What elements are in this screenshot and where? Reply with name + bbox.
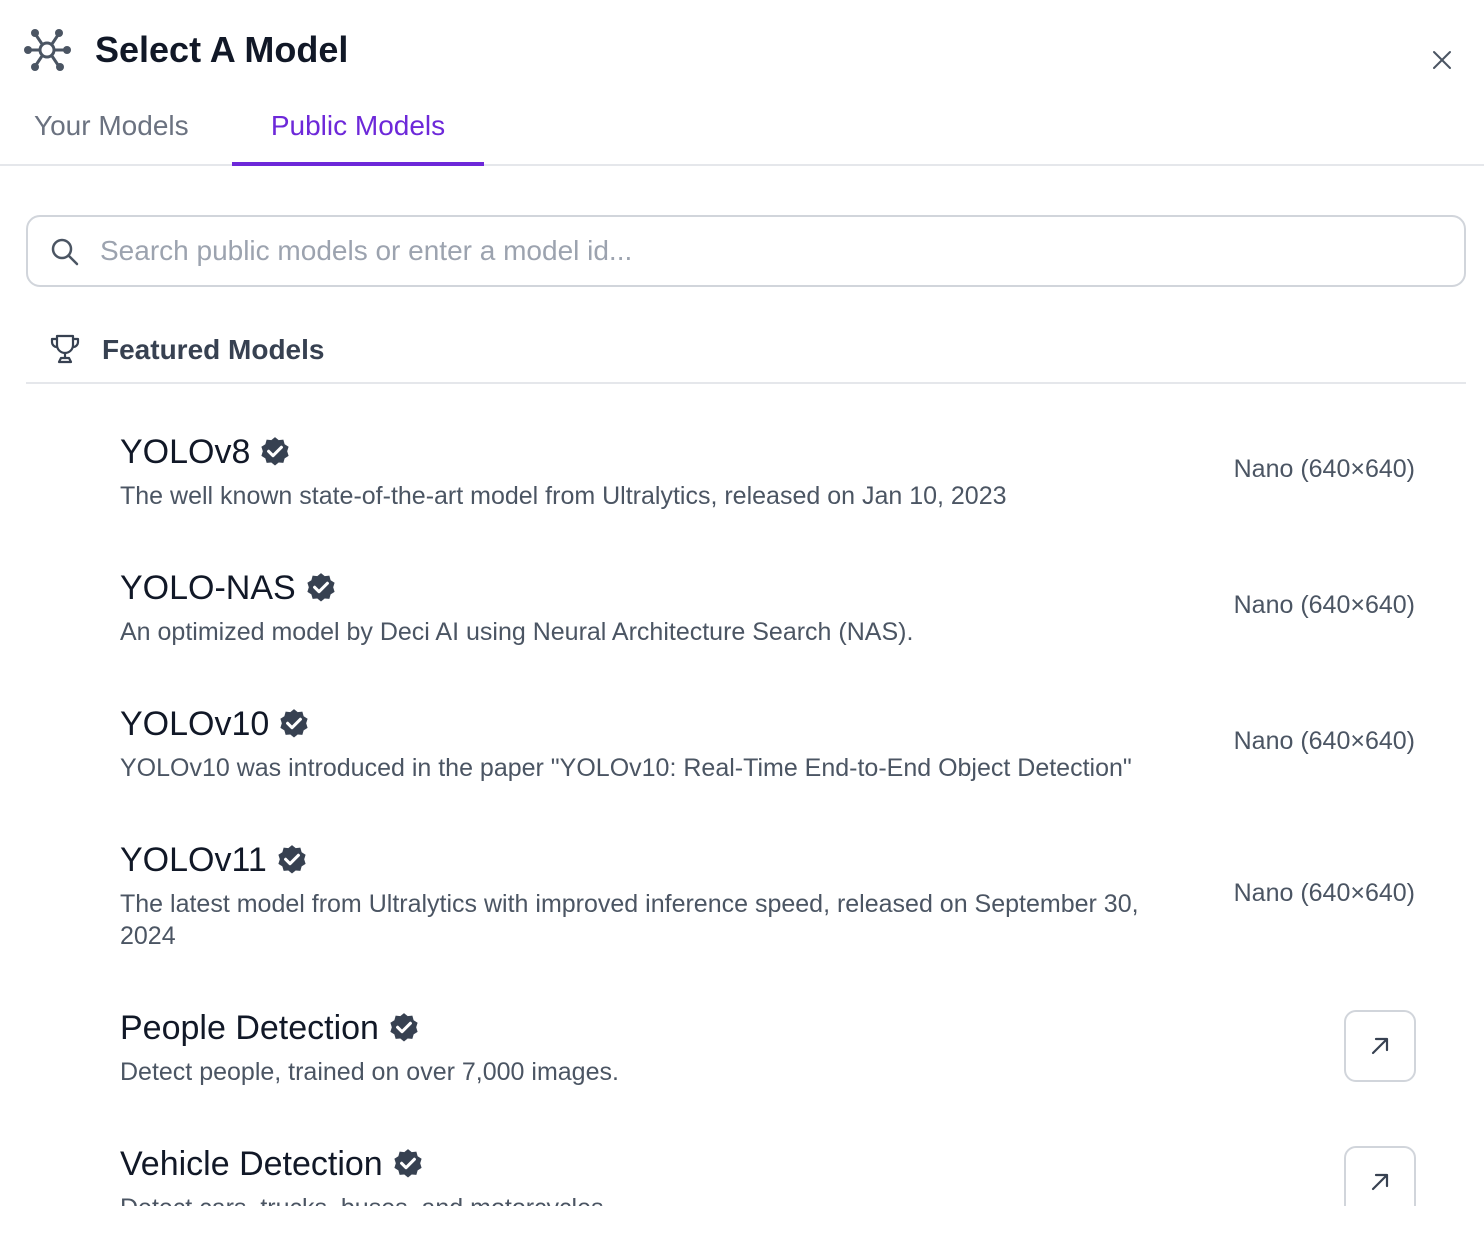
model-description: Detect cars, trucks, buses, and motorcyc…: [120, 1192, 1190, 1206]
trophy-icon: [50, 334, 80, 364]
model-graph-icon: [24, 29, 71, 71]
model-size: Nano (640×640): [1233, 591, 1415, 619]
model-name: YOLOv11: [120, 838, 309, 882]
search-input[interactable]: [100, 227, 1440, 275]
model-description: An optimized model by Deci AI using Neur…: [120, 618, 914, 646]
model-description: The latest model from Ultralytics with i…: [120, 890, 1139, 950]
model-item-vehicle-detection[interactable]: Vehicle Detection Detect cars, trucks, b…: [0, 1112, 1484, 1206]
model-item-people-detection[interactable]: People Detection Detect people, trained …: [0, 976, 1484, 1112]
model-name: People Detection: [120, 1006, 421, 1050]
model-description: YOLOv10 was introduced in the paper "YOL…: [120, 754, 1132, 782]
model-name: YOLOv10: [120, 702, 311, 746]
model-list: YOLOv8 The well known state-of-the-art m…: [0, 400, 1484, 1206]
tab-public-models[interactable]: Public Models: [232, 100, 484, 166]
model-item-yolov10[interactable]: YOLOv10 YOLOv10 was introduced in the pa…: [0, 672, 1484, 808]
modal-header: Select A Model: [0, 0, 1484, 100]
search-box: [26, 215, 1466, 287]
verified-badge-icon: [280, 709, 308, 738]
model-item-yolov11[interactable]: YOLOv11 The latest model from Ultralytic…: [0, 808, 1484, 976]
modal-title: Select A Model: [95, 29, 349, 70]
model-name: YOLO-NAS: [120, 566, 338, 610]
model-description: Detect people, trained on over 7,000 ima…: [120, 1058, 619, 1086]
verified-badge-icon: [278, 845, 306, 874]
featured-models-header: Featured Models: [26, 318, 1466, 384]
model-name: YOLOv8: [120, 430, 292, 474]
tab-your-models[interactable]: Your Models: [34, 100, 189, 166]
model-tabs: Your Models Public Models: [0, 100, 1484, 166]
model-item-yolo-nas[interactable]: YOLO-NAS An optimized model by Deci AI u…: [0, 536, 1484, 672]
model-size: Nano (640×640): [1233, 727, 1415, 755]
arrow-up-right-icon: [1371, 1037, 1389, 1055]
verified-badge-icon: [261, 437, 289, 466]
open-model-button[interactable]: [1344, 1146, 1416, 1206]
verified-badge-icon: [307, 573, 335, 602]
close-icon[interactable]: [1426, 44, 1458, 76]
open-model-button[interactable]: [1344, 1010, 1416, 1082]
featured-models-title: Featured Models: [102, 334, 325, 365]
search-icon: [51, 238, 79, 266]
model-size: Nano (640×640): [1233, 879, 1415, 907]
verified-badge-icon: [394, 1149, 422, 1178]
arrow-up-right-icon: [1371, 1173, 1389, 1191]
model-size: Nano (640×640): [1233, 455, 1415, 483]
model-name: Vehicle Detection: [120, 1142, 425, 1186]
verified-badge-icon: [390, 1013, 418, 1042]
model-description: The well known state-of-the-art model fr…: [120, 482, 1007, 510]
model-item-yolov8[interactable]: YOLOv8 The well known state-of-the-art m…: [0, 400, 1484, 536]
